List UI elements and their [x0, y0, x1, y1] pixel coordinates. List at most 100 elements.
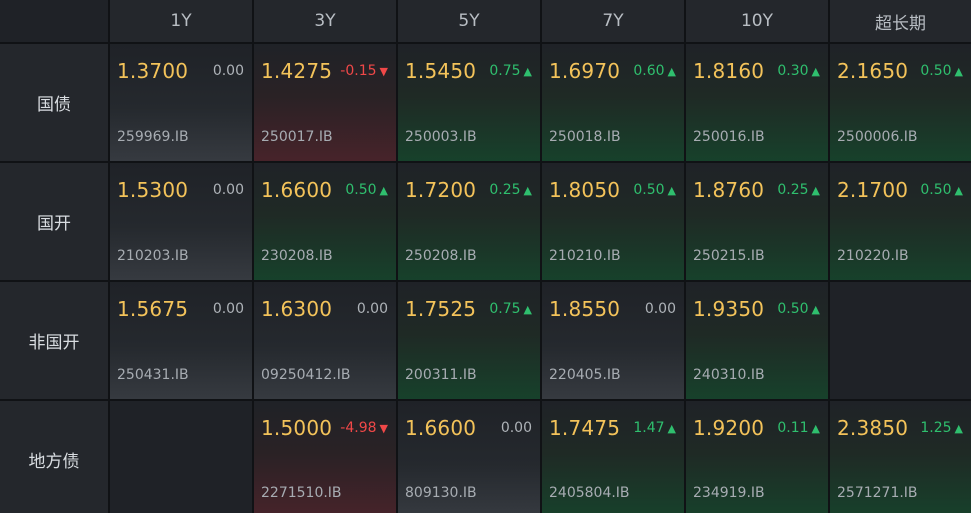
- quote-cell[interactable]: 1.5300 0.00 210203.IB: [110, 163, 252, 280]
- bond-code: 250003.IB: [405, 129, 477, 145]
- bond-code: 210203.IB: [117, 248, 189, 264]
- quote-cell[interactable]: 1.5450 0.75 ▲ 250003.IB: [398, 44, 540, 161]
- row-header[interactable]: 国开: [0, 163, 108, 280]
- triangle-up-icon: ▲: [954, 64, 963, 78]
- yield-rate: 1.8550: [549, 297, 621, 321]
- change-value: 0.75: [489, 301, 521, 317]
- quote-cell[interactable]: 1.4275 -0.15 ▼ 250017.IB: [254, 44, 396, 161]
- quote-cell[interactable]: 1.9350 0.50 ▲ 240310.IB: [686, 282, 828, 399]
- column-header[interactable]: 7Y: [542, 0, 684, 42]
- yield-rate: 1.6970: [549, 59, 621, 83]
- change-value: 0.50: [777, 301, 809, 317]
- change-value: 1.47: [633, 420, 665, 436]
- quote-cell[interactable]: 1.3700 0.00 259969.IB: [110, 44, 252, 161]
- bond-code: 09250412.IB: [261, 367, 351, 383]
- bond-code: 250215.IB: [693, 248, 765, 264]
- yield-rate: 1.4275: [261, 59, 333, 83]
- triangle-up-icon: ▲: [811, 183, 820, 197]
- quote-cell[interactable]: 1.8760 0.25 ▲ 250215.IB: [686, 163, 828, 280]
- triangle-up-icon: ▲: [523, 302, 532, 316]
- yield-change: 0.75 ▲: [489, 301, 532, 317]
- yield-rate: 2.3850: [837, 416, 909, 440]
- yield-rate: 1.9200: [693, 416, 765, 440]
- quote-cell[interactable]: 2.1650 0.50 ▲ 2500006.IB: [830, 44, 971, 161]
- empty-quote-cell: [830, 282, 971, 399]
- yield-change: 0.11 ▲: [777, 420, 820, 436]
- bond-code: 2571271.IB: [837, 485, 918, 501]
- change-value: 0.25: [777, 182, 809, 198]
- quote-cell[interactable]: 1.6970 0.60 ▲ 250018.IB: [542, 44, 684, 161]
- change-value: 0.30: [777, 63, 809, 79]
- yield-change: 0.25 ▲: [777, 182, 820, 198]
- column-header[interactable]: 超长期: [830, 0, 971, 42]
- column-header[interactable]: 10Y: [686, 0, 828, 42]
- yield-change: 0.30 ▲: [777, 63, 820, 79]
- yield-rate: 1.8760: [693, 178, 765, 202]
- yield-change: 0.00: [213, 63, 244, 79]
- bond-code: 2500006.IB: [837, 129, 918, 145]
- yield-change: 0.00: [213, 182, 244, 198]
- quote-cell[interactable]: 1.7200 0.25 ▲ 250208.IB: [398, 163, 540, 280]
- yield-change: 0.60 ▲: [633, 63, 676, 79]
- yield-rate: 1.7525: [405, 297, 477, 321]
- yield-change: 1.25 ▲: [920, 420, 963, 436]
- change-value: 0.11: [777, 420, 809, 436]
- triangle-up-icon: ▲: [523, 64, 532, 78]
- bond-code: 250016.IB: [693, 129, 765, 145]
- quote-cell[interactable]: 1.8160 0.30 ▲ 250016.IB: [686, 44, 828, 161]
- yield-rate: 1.8160: [693, 59, 765, 83]
- bond-code: 259969.IB: [117, 129, 189, 145]
- quote-cell[interactable]: 1.6600 0.50 ▲ 230208.IB: [254, 163, 396, 280]
- quote-cell[interactable]: 1.7475 1.47 ▲ 2405804.IB: [542, 401, 684, 513]
- yield-rate: 1.6300: [261, 297, 333, 321]
- corner-cell: [0, 0, 108, 42]
- quote-cell[interactable]: 1.8550 0.00 220405.IB: [542, 282, 684, 399]
- yield-rate: 2.1700: [837, 178, 909, 202]
- triangle-up-icon: ▲: [523, 183, 532, 197]
- quote-cell[interactable]: 2.1700 0.50 ▲ 210220.IB: [830, 163, 971, 280]
- yield-change: -0.15 ▼: [340, 63, 388, 79]
- triangle-up-icon: ▲: [811, 64, 820, 78]
- yield-rate: 1.7200: [405, 178, 477, 202]
- yield-change: 0.50 ▲: [345, 182, 388, 198]
- triangle-up-icon: ▲: [954, 421, 963, 435]
- bond-code: 240310.IB: [693, 367, 765, 383]
- yield-change: 0.50 ▲: [920, 182, 963, 198]
- quote-cell[interactable]: 1.6600 0.00 809130.IB: [398, 401, 540, 513]
- quote-cell[interactable]: 1.8050 0.50 ▲ 210210.IB: [542, 163, 684, 280]
- quote-cell[interactable]: 2.3850 1.25 ▲ 2571271.IB: [830, 401, 971, 513]
- change-value: 0.75: [489, 63, 521, 79]
- quote-cell[interactable]: 1.5675 0.00 250431.IB: [110, 282, 252, 399]
- change-value: 0.60: [633, 63, 665, 79]
- column-header[interactable]: 3Y: [254, 0, 396, 42]
- triangle-up-icon: ▲: [667, 183, 676, 197]
- triangle-up-icon: ▲: [379, 183, 388, 197]
- bond-code: 200311.IB: [405, 367, 477, 383]
- row-header[interactable]: 非国开: [0, 282, 108, 399]
- change-value: 0.00: [356, 301, 388, 317]
- bond-code: 234919.IB: [693, 485, 765, 501]
- yield-matrix: 1Y 3Y 5Y 7Y 10Y 超长期 国债 1.3700 0.00 259969.IB 1.427…: [0, 0, 971, 513]
- quote-cell[interactable]: 1.7525 0.75 ▲ 200311.IB: [398, 282, 540, 399]
- change-value: 1.25: [920, 420, 952, 436]
- yield-change: 0.75 ▲: [489, 63, 532, 79]
- change-value: 0.50: [633, 182, 665, 198]
- quote-cell[interactable]: 1.6300 0.00 09250412.IB: [254, 282, 396, 399]
- bond-code: 230208.IB: [261, 248, 333, 264]
- bond-code: 210210.IB: [549, 248, 621, 264]
- yield-change: -4.98 ▼: [340, 420, 388, 436]
- yield-rate: 1.5450: [405, 59, 477, 83]
- column-header[interactable]: 1Y: [110, 0, 252, 42]
- row-header[interactable]: 国债: [0, 44, 108, 161]
- yield-rate: 1.5675: [117, 297, 189, 321]
- quote-cell[interactable]: 1.5000 -4.98 ▼ 2271510.IB: [254, 401, 396, 513]
- bond-code: 250208.IB: [405, 248, 477, 264]
- change-value: 0.00: [644, 301, 676, 317]
- column-header[interactable]: 5Y: [398, 0, 540, 42]
- bond-code: 250018.IB: [549, 129, 621, 145]
- quote-cell[interactable]: 1.9200 0.11 ▲ 234919.IB: [686, 401, 828, 513]
- bond-code: 220405.IB: [549, 367, 621, 383]
- row-header[interactable]: 地方债: [0, 401, 108, 513]
- triangle-up-icon: ▲: [667, 421, 676, 435]
- triangle-down-icon: ▼: [379, 64, 388, 78]
